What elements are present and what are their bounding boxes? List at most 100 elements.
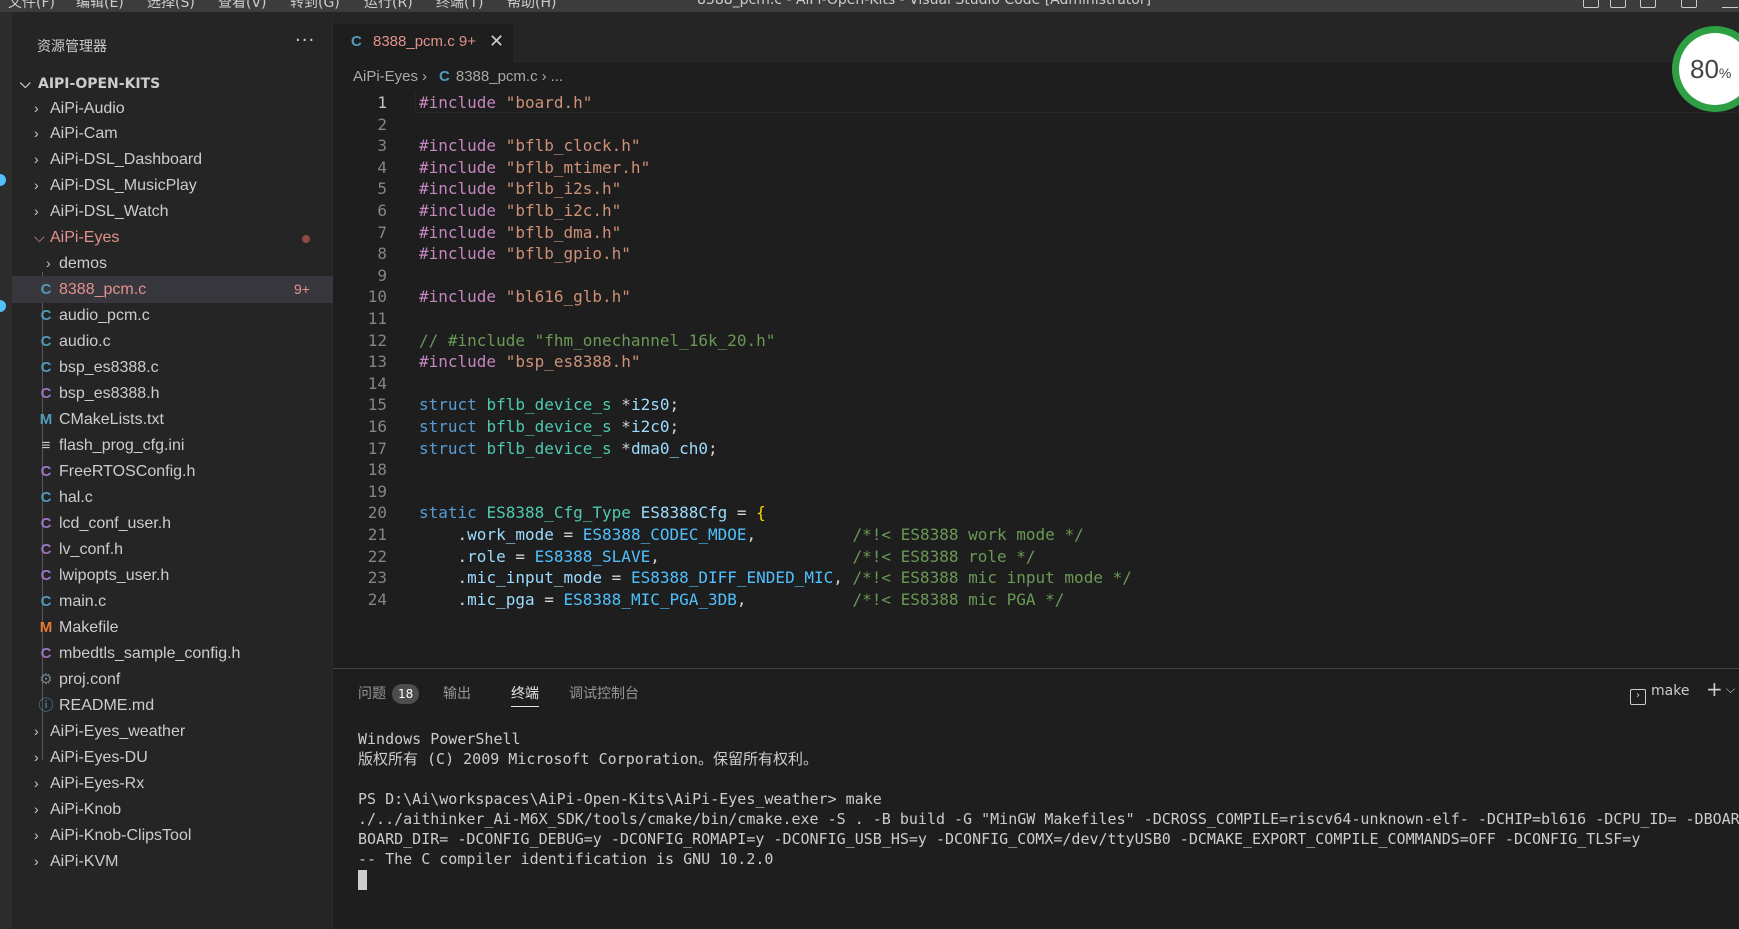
tree-item-folder[interactable]: › AiPi-Eyes-Rx [12,770,333,797]
code-line: 20 static ES8388_Cfg_Type ES8388Cfg = { [333,501,1739,525]
tree-item-file[interactable]: ≡ flash_prog_cfg.ini [12,432,333,459]
tree-item-file[interactable]: ⚙ proj.conf [12,666,333,693]
settings-file-icon: ≡ [41,437,51,454]
tree-item-folder[interactable]: › AiPi-KVM [12,848,333,875]
line-number: 7 [377,222,387,242]
code-line: 5 #include "bflb_i2s.h" [333,177,1739,201]
tree-item-label: audio_pcm.c [59,307,150,324]
breadcrumb-symbols[interactable]: ... [551,68,564,85]
menu-run[interactable]: 运行(R) [364,0,413,12]
tree-item-folder[interactable]: › AiPi-Knob-ClipsTool [12,822,333,849]
line-number: 17 [367,438,387,458]
tab-terminal[interactable]: 终端 [511,683,539,707]
tree-item-file[interactable]: Clwipopts_user.h [12,562,333,589]
tab-problems[interactable]: 问题 18 [358,683,420,704]
code-text: #include "bflb_mtimer.h" [419,157,651,177]
explorer-title: 资源管理器 [37,39,107,55]
breadcrumb-folder[interactable]: AiPi-Eyes [353,68,418,85]
toggle-secondary-sidebar-icon[interactable] [1640,0,1656,8]
code-text: .mic_input_mode = ES8388_DIFF_ENDED_MIC,… [419,568,1132,588]
code-text: #include "bflb_dma.h" [419,222,622,242]
tab-label: 问题 [358,686,386,702]
tree-item-file[interactable]: M CMakeLists.txt [12,406,333,433]
tree-item-label: bsp_es8388.h [59,385,160,402]
tree-item-file[interactable]: Chal.c [12,484,333,511]
line-number: 6 [377,201,387,220]
tree-item-file[interactable]: Cbsp_es8388.c [12,354,333,381]
chevron-right-icon: › [34,775,39,791]
chevron-right-icon: › [34,749,39,765]
menu-edit[interactable]: 编辑(E) [76,0,124,12]
tree-item-file[interactable]: ⓘ README.md [12,692,333,719]
code-line: 19 [333,480,1739,504]
menu-help[interactable]: 帮助(H) [507,0,556,12]
tree-item-file[interactable]: M Makefile [12,614,333,641]
workspace-section-title[interactable]: ⌵ AIPI-OPEN-KITS [20,76,160,92]
line-number: 10 [367,287,387,307]
tree-item-label: AiPi-Eyes-Rx [50,775,145,792]
code-text: #include "bflb_clock.h" [419,136,641,156]
close-icon[interactable]: ✕ [489,31,504,52]
tree-item-folder-expanded[interactable]: ⌵ AiPi-Eyes [12,224,333,251]
chevron-right-icon: › [34,801,39,817]
code-line: 21 .work_mode = ES8388_CODEC_MDOE, /*!< … [333,523,1739,547]
bottom-panel: 问题 18 输出 终端 调试控制台 › make + ⌵ Windows Power… [333,668,1739,929]
terminal-line: 版权所有 (C) 2009 Microsoft Corporation。保留所有… [358,750,818,768]
menu-selection[interactable]: 选择(S) [147,0,195,12]
code-editor[interactable]: 1 #include "board.h" 2 3 #include "bflb_cloc… [333,92,1739,666]
tree-item-file[interactable]: Cmain.c [12,588,333,615]
terminal-line: Windows PowerShell [358,730,521,748]
tree-item-file[interactable]: Clv_conf.h [12,536,333,563]
menu-terminal[interactable]: 终端(T) [436,0,483,12]
breadcrumb-file[interactable]: 8388_pcm.c [456,68,538,85]
tree-item-label: AiPi-Knob [50,801,122,818]
menu-view[interactable]: 查看(V) [218,0,267,12]
h-file-icon: C [40,515,52,532]
c-file-icon: C [40,359,52,376]
tab-label: 8388_pcm.c 9+ [373,33,476,50]
customize-layout-icon[interactable] [1681,0,1697,8]
tree-item-file[interactable]: Caudio.c [12,328,333,355]
title-bar: 文件(F) 编辑(E) 选择(S) 查看(V) 转到(G) 运行(R) 终端(T… [0,0,1739,12]
chevron-down-icon[interactable]: ⌵ [1726,682,1735,697]
tree-item-folder[interactable]: › AiPi-DSL_Watch [12,198,333,225]
menu-go[interactable]: 转到(G) [290,0,340,12]
tree-item-file[interactable]: Caudio_pcm.c [12,302,333,329]
toggle-sidebar-icon[interactable] [1583,0,1599,8]
code-line: 4 #include "bflb_mtimer.h" [333,156,1739,180]
tree-item-file[interactable]: Cbsp_es8388.h [12,380,333,407]
tree-item-file-selected[interactable]: C 8388_pcm.c 9+ [12,276,333,303]
line-number: 4 [377,157,387,177]
tab-output[interactable]: 输出 [443,683,471,703]
info-icon: ⓘ [38,697,54,714]
more-actions-icon[interactable]: ··· [295,30,315,51]
tree-item-label: lwipopts_user.h [59,567,170,584]
tree-item-file[interactable]: C FreeRTOSConfig.h [12,458,333,485]
tree-item-file[interactable]: Clcd_conf_user.h [12,510,333,537]
editor-tab-8388-pcm[interactable]: C 8388_pcm.c 9+ ✕ [333,24,513,63]
tree-item-folder[interactable]: › AiPi-DSL_MusicPlay [12,172,333,199]
problem-count-badge: 9+ [294,281,310,297]
tree-item-folder[interactable]: › AiPi-Eyes_weather [12,718,333,745]
tree-item-folder[interactable]: › demos [12,250,333,277]
code-line: 8 #include "bflb_gpio.h" [333,242,1739,266]
tree-item-folder[interactable]: › AiPi-Eyes-DU [12,744,333,771]
window-title: 8388_pcm.c - AiPi-Open-Kits - Visual Stu… [697,0,1152,8]
code-line: 15 struct bflb_device_s *i2s0; [333,393,1739,417]
minimize-icon[interactable] [1722,0,1738,8]
line-number: 11 [367,309,387,328]
terminal-instance[interactable]: › make [1630,683,1689,705]
tree-item-folder[interactable]: › AiPi-Audio [12,95,333,122]
tree-item-file[interactable]: Cmbedtls_sample_config.h [12,640,333,667]
tree-item-folder[interactable]: › AiPi-DSL_Dashboard [12,146,333,173]
tree-item-folder[interactable]: › AiPi-Cam [12,120,333,147]
menu-file[interactable]: 文件(F) [8,0,55,12]
tree-item-label: AiPi-Eyes [50,229,120,246]
tree-item-folder[interactable]: › AiPi-Knob [12,796,333,823]
code-line: 11 [333,307,1739,331]
c-file-icon: C [40,281,52,298]
toggle-panel-icon[interactable] [1610,0,1626,8]
tab-debug-console[interactable]: 调试控制台 [569,683,639,703]
code-line: 3 #include "bflb_clock.h" [333,134,1739,158]
new-terminal-icon[interactable]: + [1706,677,1723,701]
